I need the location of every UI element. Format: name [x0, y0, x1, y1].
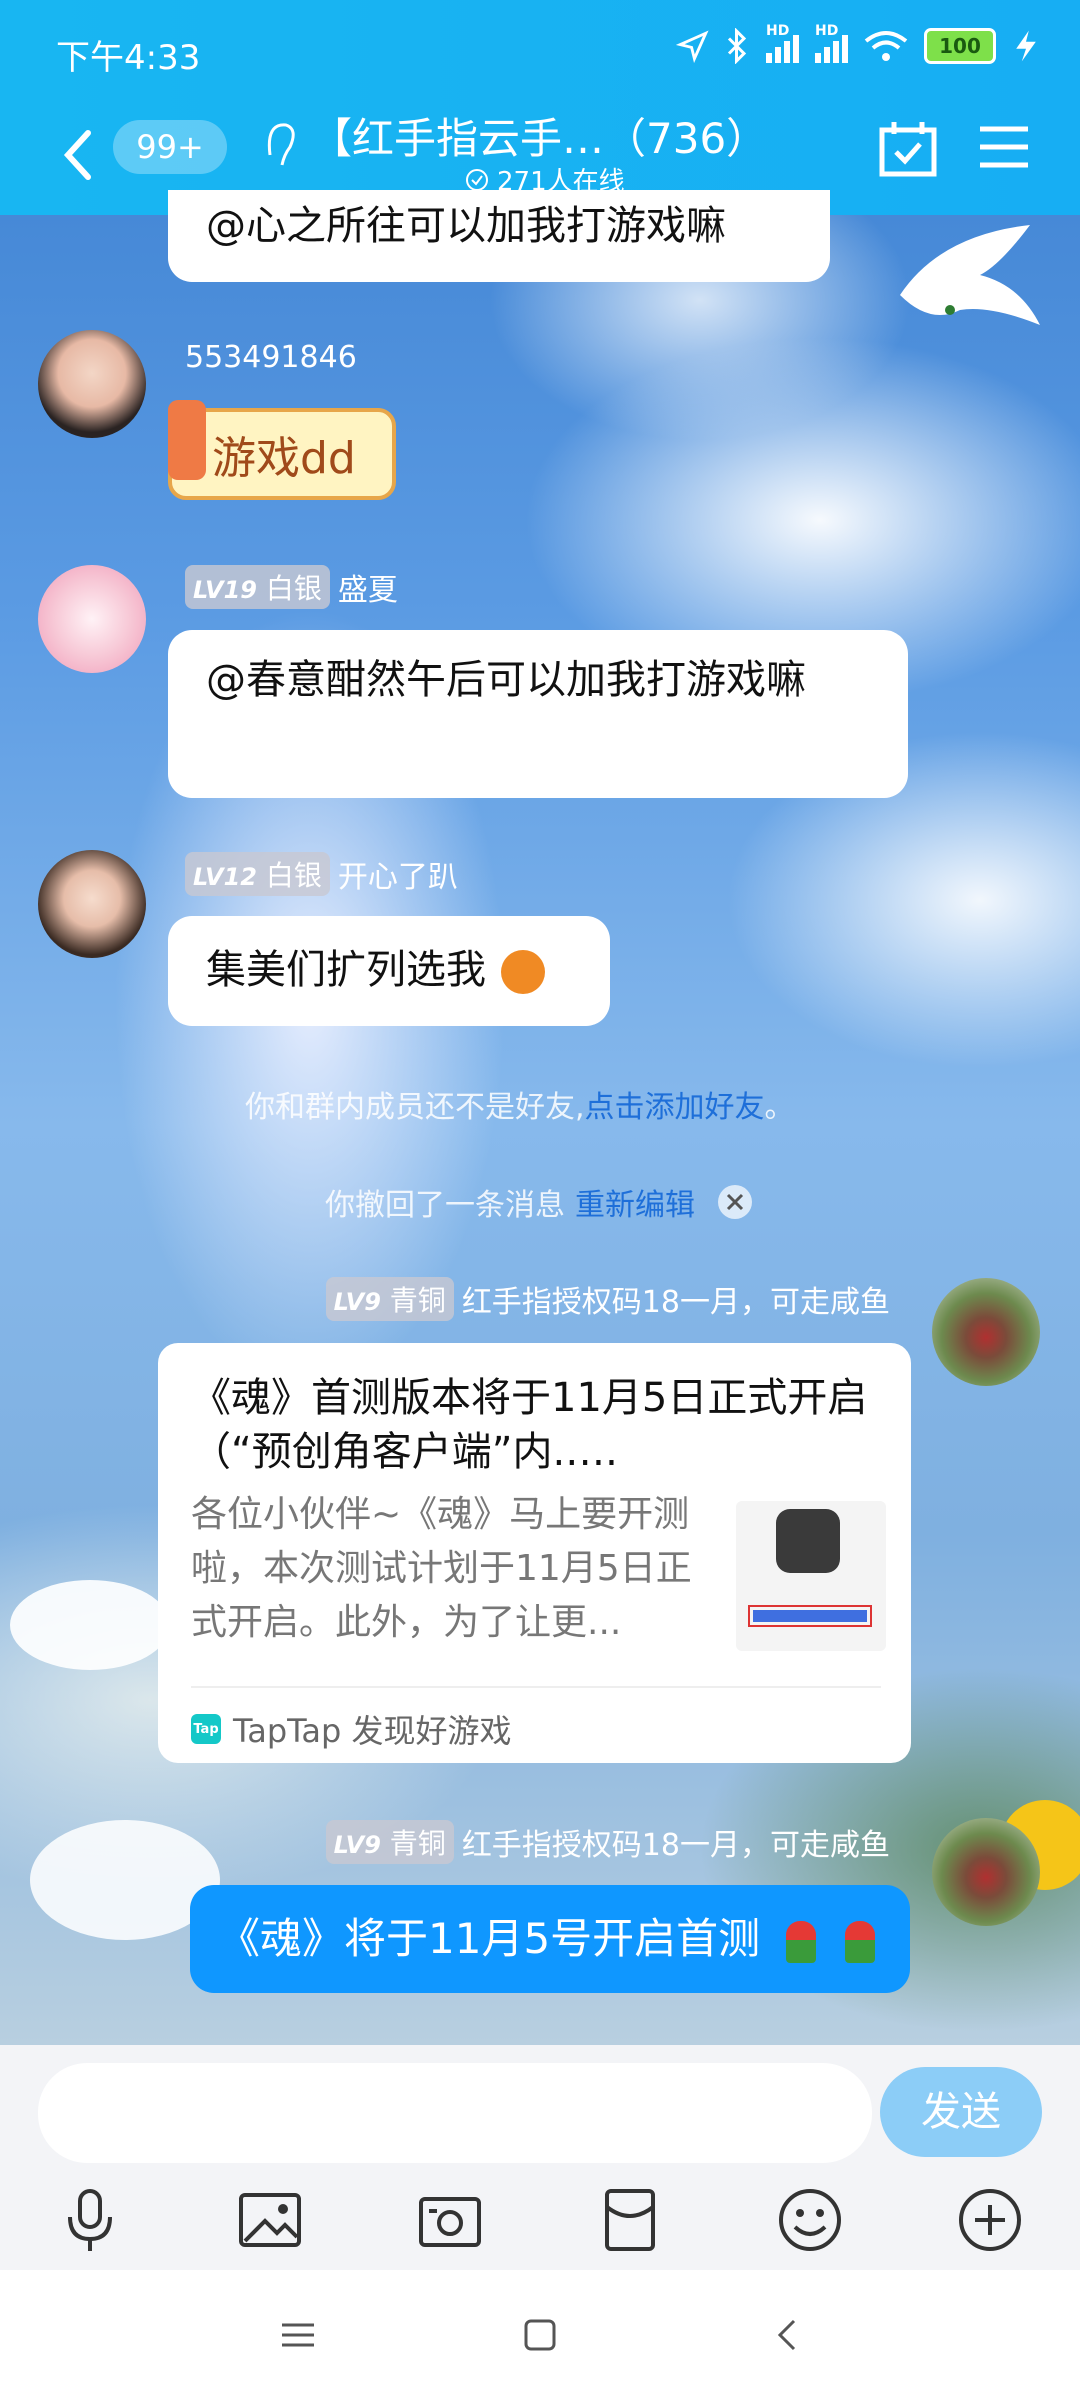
message-text: @春意酣然午后可以加我打游戏嘛 — [206, 657, 806, 703]
image-icon[interactable] — [235, 2185, 305, 2255]
sender-name: 开心了趴 — [337, 860, 458, 895]
message-bubble[interactable]: @春意酣然午后可以加我打游戏嘛 — [168, 630, 908, 798]
network-label: HD — [766, 23, 790, 39]
rose-emoji-icon — [785, 1920, 816, 1963]
level-badge: LV9 青铜 — [325, 1277, 454, 1321]
self-message-bubble[interactable]: 《魂》将于11月5号开启首测 — [190, 1885, 910, 1993]
system-recall: 你撤回了一条消息 重新编辑 — [325, 1180, 753, 1224]
wifi-icon — [864, 31, 908, 61]
sender-name: 盛夏 — [337, 573, 398, 608]
add-friend-link[interactable]: 点击添加好友 — [585, 1090, 765, 1125]
recent-apps-icon[interactable] — [278, 2315, 318, 2355]
group-title[interactable]: 【红手指云手…（736） — [310, 105, 780, 166]
red-packet-icon[interactable] — [595, 2185, 665, 2255]
microphone-icon[interactable] — [55, 2185, 125, 2255]
charging-icon — [1016, 30, 1036, 62]
rank-text: 青铜 — [389, 1827, 446, 1860]
rank-text: 白银 — [265, 859, 322, 892]
unread-badge[interactable]: 99+ — [113, 120, 227, 174]
send-button[interactable]: 发送 — [880, 2067, 1042, 2157]
level-badge: LV9 青铜 — [325, 1820, 454, 1864]
status-time: 下午4:33 — [56, 38, 201, 78]
back-arrow-icon[interactable] — [58, 125, 98, 185]
input-toolbar — [0, 2185, 1080, 2260]
rank-text: 白银 — [265, 572, 322, 605]
sender-meta: 553491846 — [185, 340, 357, 375]
level-badge: LV19 白银 — [185, 565, 330, 609]
sender-name: 红手指授权码18一月，可走咸鱼 — [461, 1828, 890, 1863]
signal-1-icon: HD — [766, 23, 799, 63]
sticker-text: 游戏dd — [212, 433, 356, 484]
reedit-link[interactable]: 重新编辑 — [575, 1180, 695, 1224]
game-logo-icon — [776, 1509, 840, 1573]
card-title: 《魂》首测版本将于11月5日正式开启（“预创角客户端”内.…. — [191, 1375, 868, 1475]
self-avatar[interactable] — [932, 1818, 1040, 1926]
level-text: LV19 — [193, 576, 257, 604]
level-text: LV9 — [333, 1288, 381, 1316]
message-text: 集美们扩列选我 — [206, 947, 486, 993]
bluetooth-icon — [727, 28, 747, 64]
online-check-icon — [466, 168, 488, 191]
sticker[interactable]: 游戏dd — [168, 400, 396, 500]
sender-meta: LV19 白银 盛夏 — [185, 565, 398, 609]
system-nav-bar — [0, 2270, 1080, 2400]
rank-text: 青铜 — [389, 1284, 446, 1317]
battery-icon: 100 — [924, 28, 996, 64]
message-input[interactable] — [38, 2063, 872, 2163]
sender-meta: LV9 青铜 红手指授权码18一月，可走咸鱼 — [325, 1820, 890, 1864]
card-description: 各位小伙伴~《魂》马上要开测啦，本次测试计划于11月5日正式开启。此外，为了让更… — [191, 1494, 692, 1643]
camera-icon[interactable] — [415, 2185, 485, 2255]
message-bubble[interactable]: @心之所往可以加我打游戏嘛 — [168, 190, 830, 282]
status-icons: HD HD 100 — [676, 23, 1040, 64]
card-thumbnail — [736, 1501, 886, 1651]
tiger-emoji-icon — [500, 950, 545, 994]
input-bar: 发送 — [0, 2045, 1080, 2270]
close-icon[interactable] — [717, 1184, 753, 1220]
menu-icon[interactable] — [978, 123, 1030, 171]
sender-meta: LV12 白银 开心了趴 — [185, 852, 458, 896]
signal-2-icon: HD — [815, 23, 848, 63]
sender-name: 553491846 — [185, 340, 357, 375]
calendar-check-icon[interactable] — [878, 120, 938, 178]
location-icon — [676, 30, 709, 63]
level-badge: LV12 白银 — [185, 852, 330, 896]
earpiece-mode-icon[interactable] — [260, 115, 300, 175]
rose-emoji-icon — [844, 1920, 875, 1963]
self-avatar[interactable] — [932, 1278, 1040, 1386]
sender-meta: LV9 青铜 红手指授权码18一月，可走咸鱼 — [325, 1277, 890, 1321]
message-bubble[interactable]: 集美们扩列选我 — [168, 916, 610, 1026]
sender-name: 红手指授权码18一月，可走咸鱼 — [461, 1285, 890, 1320]
recall-text: 你撤回了一条消息 — [325, 1188, 565, 1223]
plus-icon[interactable] — [955, 2185, 1025, 2255]
avatar[interactable] — [38, 850, 146, 958]
level-text: LV12 — [193, 863, 257, 891]
share-card[interactable]: 《魂》首测版本将于11月5日正式开启（“预创角客户端”内.…. 各位小伙伴~《魂… — [158, 1343, 911, 1763]
download-button-thumb — [748, 1605, 872, 1627]
message-text: @心之所往可以加我打游戏嘛 — [206, 203, 726, 249]
system-text-suffix: 。 — [764, 1090, 795, 1125]
card-divider — [191, 1686, 881, 1688]
message-text: 《魂》将于11月5号开启首测 — [218, 1914, 761, 1963]
card-source-text: TapTap 发现好游戏 — [233, 1712, 512, 1750]
dove-decoration — [900, 225, 1040, 325]
avatar[interactable] — [38, 330, 146, 438]
avatar[interactable] — [38, 565, 146, 673]
card-source: Tap TapTap 发现好游戏 — [191, 1706, 512, 1752]
status-bar: 下午4:33 HD HD 100 — [0, 0, 1080, 105]
taptap-icon: Tap — [191, 1714, 221, 1744]
header: 下午4:33 HD HD 100 99+ 【红手指云手…（736） 271人在线 — [0, 0, 1080, 215]
network-label: HD — [815, 23, 839, 39]
level-text: LV9 — [333, 1831, 381, 1859]
emoji-icon[interactable] — [775, 2185, 845, 2255]
daisy-decoration — [10, 1580, 170, 1670]
carrot-decoration — [168, 400, 206, 480]
system-text: 你和群内成员还不是好友, — [245, 1090, 585, 1125]
home-icon[interactable] — [520, 2315, 560, 2355]
back-icon[interactable] — [768, 2315, 808, 2355]
system-not-friend: 你和群内成员还不是好友,点击添加好友。 — [245, 1082, 795, 1126]
